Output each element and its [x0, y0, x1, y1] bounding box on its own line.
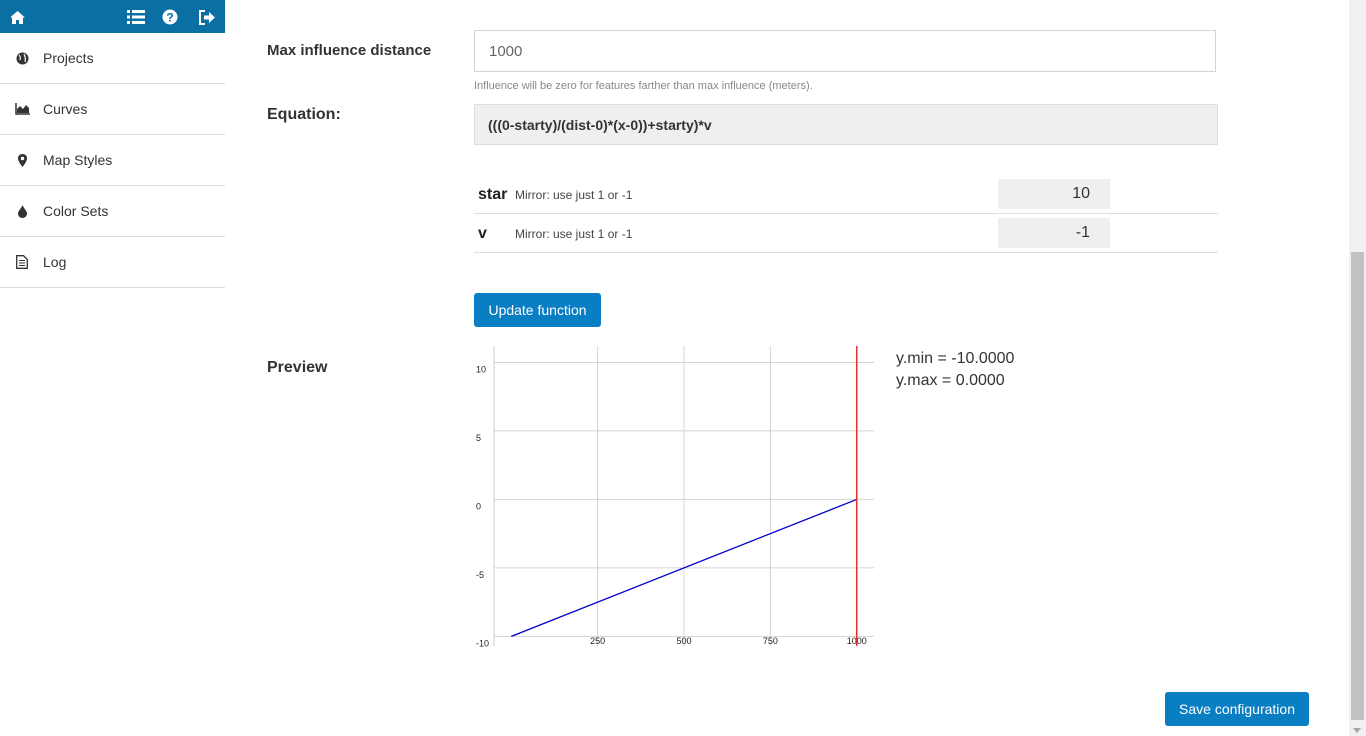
scroll-down-arrow-icon[interactable] — [1353, 728, 1361, 733]
sidebar: ? Projects Curves Map Styles Color Sets … — [0, 0, 225, 736]
logout-icon[interactable] — [197, 7, 217, 27]
sidebar-item-label: Color Sets — [43, 203, 109, 219]
param-value-input[interactable] — [998, 218, 1110, 248]
sidebar-item-log[interactable]: Log — [0, 237, 225, 288]
globe-icon — [13, 52, 31, 65]
max-influence-help: Influence will be zero for features fart… — [474, 80, 813, 92]
preview-label: Preview — [267, 359, 328, 376]
y-tick-label: 5 — [476, 433, 481, 443]
svg-text:?: ? — [166, 10, 173, 24]
sidebar-item-label: Log — [43, 254, 67, 270]
sidebar-item-projects[interactable]: Projects — [0, 33, 225, 84]
y-tick-label: 0 — [476, 501, 481, 511]
x-tick-label: 750 — [763, 636, 778, 646]
sidebar-item-color-sets[interactable]: Color Sets — [0, 186, 225, 237]
update-function-button[interactable]: Update function — [474, 293, 601, 327]
sidebar-item-map-styles[interactable]: Map Styles — [0, 135, 225, 186]
sidebar-item-label: Map Styles — [43, 152, 113, 168]
param-value-input[interactable] — [998, 179, 1110, 209]
map-marker-icon — [13, 153, 31, 167]
scrollbar[interactable] — [1349, 0, 1366, 736]
y-tick-label: 10 — [476, 364, 486, 374]
x-tick-label: 500 — [676, 636, 691, 646]
sidebar-item-label: Curves — [43, 101, 88, 117]
sidebar-item-label: Projects — [43, 50, 94, 66]
y-tick-label: -5 — [476, 570, 484, 580]
x-tick-label: 250 — [590, 636, 605, 646]
scrollbar-thumb[interactable] — [1351, 252, 1364, 720]
param-description: Mirror: use just 1 or -1 — [515, 188, 633, 202]
param-name: star — [478, 186, 508, 203]
max-influence-label: Max influence distance — [267, 42, 432, 59]
equation-label: Equation: — [267, 106, 341, 123]
equation-field[interactable]: (((0-starty)/(dist-0)*(x-0))+starty)*v — [474, 104, 1218, 145]
help-icon[interactable]: ? — [160, 7, 180, 27]
param-row-star: star Mirror: use just 1 or -1 — [474, 174, 1218, 214]
param-description: Mirror: use just 1 or -1 — [515, 227, 633, 241]
y-tick-label: -10 — [476, 638, 489, 648]
y-max-readout: y.max = 0.0000 — [896, 372, 1005, 389]
file-text-icon — [13, 255, 31, 269]
list-icon[interactable] — [126, 7, 146, 27]
param-name: v — [478, 225, 487, 242]
y-min-readout: y.min = -10.0000 — [896, 350, 1015, 367]
home-icon[interactable] — [7, 7, 27, 27]
max-influence-input[interactable] — [474, 30, 1216, 72]
top-toolbar: ? — [0, 0, 225, 33]
tint-icon — [13, 204, 31, 218]
param-row-v: v Mirror: use just 1 or -1 — [474, 213, 1218, 253]
save-configuration-button[interactable]: Save configuration — [1165, 692, 1309, 726]
sidebar-item-curves[interactable]: Curves — [0, 84, 225, 135]
area-chart-icon — [13, 103, 31, 115]
preview-chart: 1050-5-102505007501000 — [476, 346, 874, 648]
